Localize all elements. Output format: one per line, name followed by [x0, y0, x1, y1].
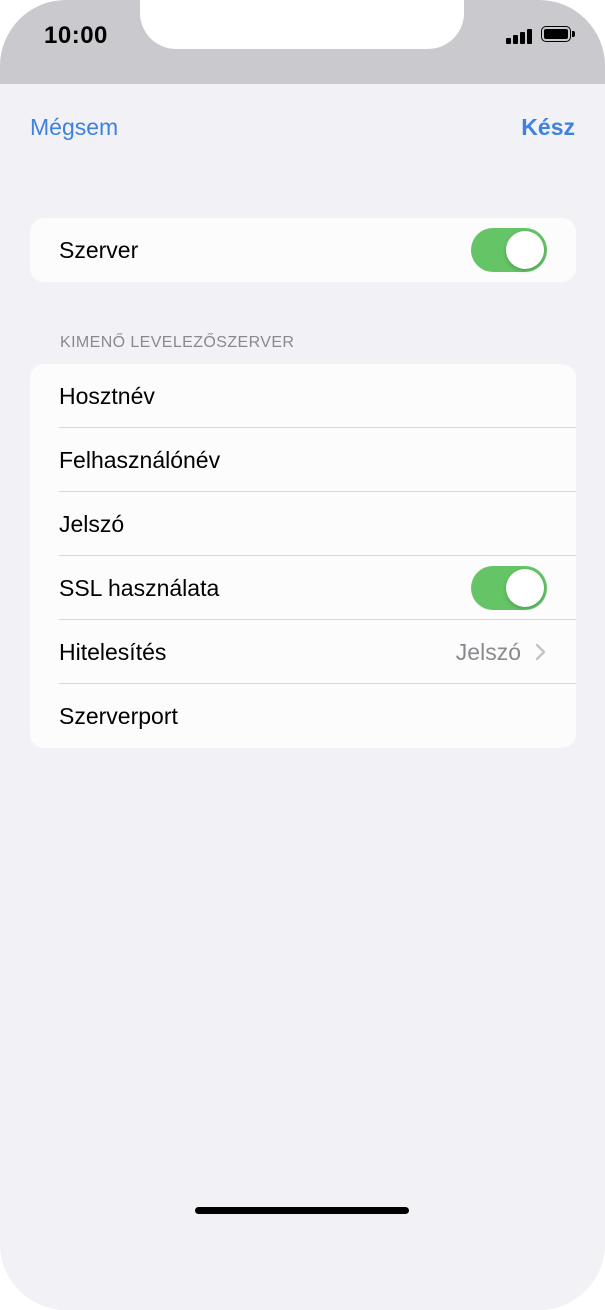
row-label: Szerverport	[59, 702, 178, 729]
server-label: Szerver	[59, 236, 139, 263]
settings-sheet: Mégsem Kész Szerver KIMENŐ LEVELEZŐSZERV…	[0, 84, 605, 1310]
outgoing-server-card: Hosztnév Felhasználónév Jelszó SSL haszn…	[30, 364, 576, 748]
home-indicator[interactable]	[195, 1207, 409, 1214]
server-card: Szerver	[30, 218, 576, 282]
chevron-right-icon	[535, 643, 546, 661]
row-label: Hosztnév	[59, 382, 155, 409]
toggle-knob	[506, 569, 544, 607]
hostname-row[interactable]: Hosztnév	[30, 364, 576, 428]
authentication-value: Jelszó	[455, 638, 521, 665]
server-toggle-row[interactable]: Szerver	[30, 218, 576, 282]
row-label: Felhasználónév	[59, 446, 221, 473]
battery-icon	[541, 26, 577, 44]
ssl-row: SSL használata	[30, 556, 576, 620]
status-bar: 10:00	[0, 0, 605, 84]
notch	[140, 0, 464, 49]
server-port-row[interactable]: Szerverport	[30, 684, 576, 748]
section-header-outgoing: KIMENŐ LEVELEZŐSZERVER	[60, 334, 295, 351]
toggle-knob	[506, 231, 544, 269]
authentication-detail: Jelszó	[456, 620, 547, 684]
row-label: Hitelesítés	[59, 638, 167, 665]
server-toggle[interactable]	[471, 228, 547, 272]
row-label: Jelszó	[59, 510, 125, 537]
username-row[interactable]: Felhasználónév	[30, 428, 576, 492]
password-row[interactable]: Jelszó	[30, 492, 576, 556]
done-button[interactable]: Kész	[521, 114, 575, 141]
status-time: 10:00	[44, 22, 108, 49]
authentication-row[interactable]: Hitelesítés Jelszó	[30, 620, 576, 684]
ssl-toggle[interactable]	[471, 566, 547, 610]
row-label: SSL használata	[59, 574, 220, 601]
cancel-button[interactable]: Mégsem	[30, 114, 118, 141]
cellular-signal-icon	[506, 28, 534, 44]
phone-screen: 10:00 Mégsem Kész Szerver KIMENŐ LEVELEZ…	[0, 0, 605, 1310]
